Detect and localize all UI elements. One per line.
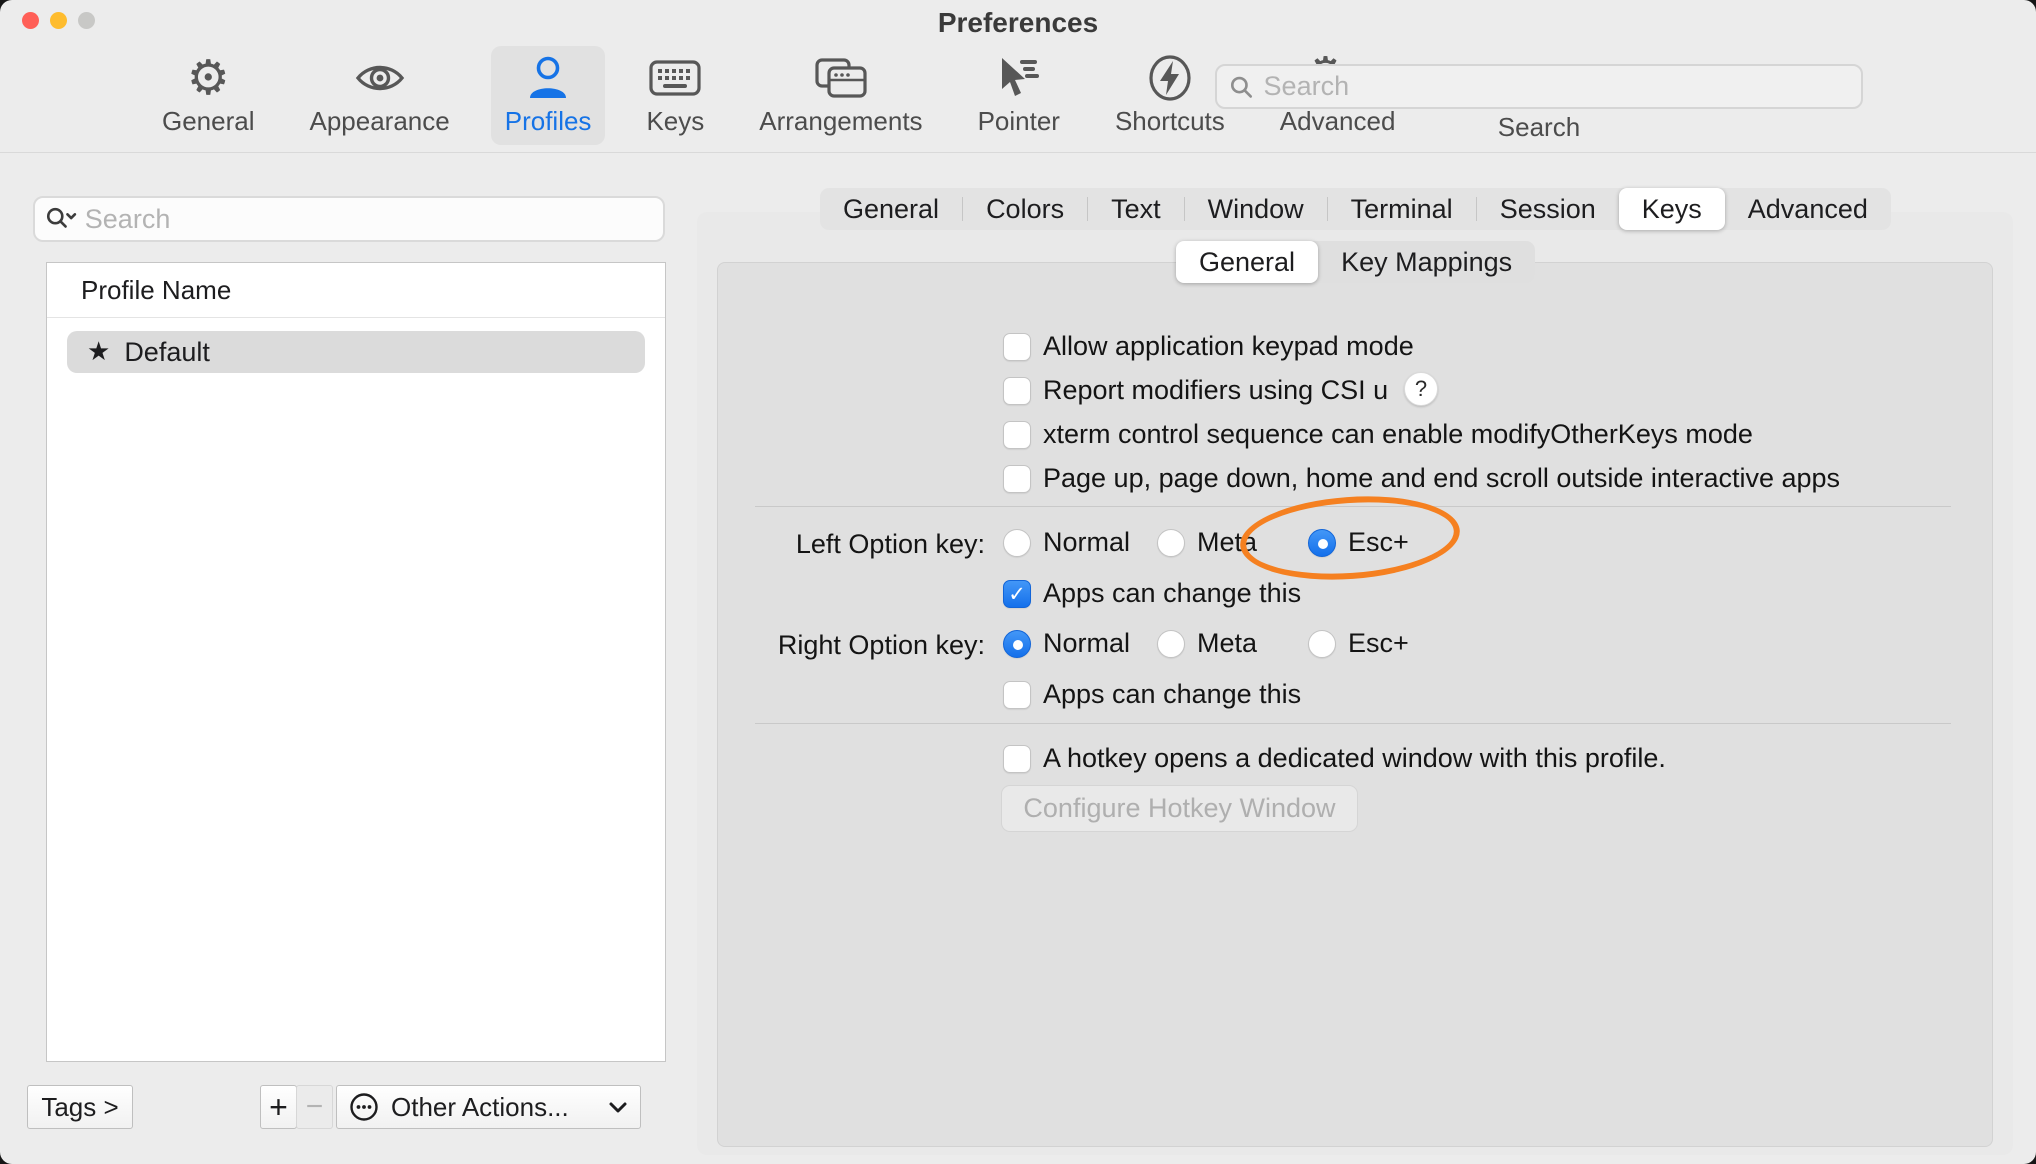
checkbox-scroll-outside[interactable]: ✓	[1003, 465, 1031, 493]
label-hotkey-window: A hotkey opens a dedicated window with t…	[1043, 743, 1666, 774]
toolbar-search	[1215, 64, 1863, 109]
other-actions-dropdown[interactable]: Other Actions...	[336, 1085, 641, 1129]
search-icon	[1229, 74, 1254, 100]
radio-right-esc[interactable]	[1308, 630, 1336, 658]
keyboard-icon	[649, 52, 701, 104]
tab-colors[interactable]: Colors	[963, 188, 1087, 230]
other-actions-label: Other Actions...	[391, 1092, 598, 1123]
chevron-down-icon	[608, 1101, 628, 1114]
tab-session[interactable]: Session	[1477, 188, 1619, 230]
profile-list: Profile Name ★ Default	[46, 262, 666, 1062]
search-menu-icon	[45, 205, 77, 233]
bolt-icon	[1146, 52, 1194, 104]
keys-subtabs: GeneralKey Mappings	[1176, 241, 1535, 283]
right-option-caption: Right Option key:	[737, 630, 985, 661]
profile-search	[33, 196, 665, 242]
label-modify-other-keys: xterm control sequence can enable modify…	[1043, 419, 1753, 450]
profile-name: Default	[124, 337, 210, 368]
label-right-esc: Esc+	[1348, 628, 1409, 659]
toolbar-search-input[interactable]	[1264, 71, 1849, 102]
tab-keys[interactable]: Keys	[1619, 188, 1725, 230]
toolbar-divider	[0, 152, 2036, 153]
subtab-key-mappings[interactable]: Key Mappings	[1318, 241, 1535, 283]
add-profile-button[interactable]: +	[260, 1085, 297, 1129]
toolbar-item-profiles[interactable]: Profiles	[491, 46, 606, 145]
label-keypad-mode: Allow application keypad mode	[1043, 331, 1414, 362]
ellipsis-circle-icon	[349, 1092, 379, 1122]
label-csi-u: Report modifiers using CSI u	[1043, 375, 1388, 406]
gear-icon: ⚙	[187, 52, 230, 104]
divider	[755, 723, 1951, 724]
cursor-icon	[994, 52, 1044, 104]
profile-search-input[interactable]	[85, 204, 653, 235]
preferences-window: Preferences ⚙ General Appearance Profile…	[0, 0, 2036, 1164]
toolbar-item-appearance[interactable]: Appearance	[296, 46, 464, 145]
checkbox-hotkey-window[interactable]: ✓	[1003, 745, 1031, 773]
radio-left-normal[interactable]	[1003, 529, 1031, 557]
profile-row-default[interactable]: ★ Default	[67, 331, 645, 373]
label-right-normal: Normal	[1043, 628, 1130, 659]
radio-left-meta[interactable]	[1157, 529, 1185, 557]
configure-hotkey-window-button[interactable]: Configure Hotkey Window	[1001, 785, 1358, 832]
label-scroll-outside: Page up, page down, home and end scroll …	[1043, 463, 1840, 494]
label-left-apps-change: Apps can change this	[1043, 578, 1301, 609]
remove-profile-button[interactable]: −	[296, 1085, 333, 1129]
profile-section-tabs: GeneralColorsTextWindowTerminalSessionKe…	[820, 188, 1891, 230]
checkbox-left-apps-change[interactable]: ✓	[1003, 580, 1031, 608]
subtab-general[interactable]: General	[1176, 241, 1318, 283]
checkbox-keypad-mode[interactable]: ✓	[1003, 333, 1031, 361]
star-icon: ★	[87, 337, 110, 367]
toolbar-item-arrangements[interactable]: Arrangements	[745, 46, 936, 145]
toolbar-item-pointer[interactable]: Pointer	[964, 46, 1074, 145]
tab-terminal[interactable]: Terminal	[1328, 188, 1476, 230]
eye-icon	[354, 52, 406, 104]
radio-right-normal[interactable]	[1003, 630, 1031, 658]
help-button[interactable]: ?	[1404, 372, 1438, 406]
left-option-caption: Left Option key:	[737, 529, 985, 560]
tab-general[interactable]: General	[820, 188, 962, 230]
checkbox-csi-u[interactable]: ✓	[1003, 377, 1031, 405]
windows-icon	[813, 52, 869, 104]
label-right-apps-change: Apps can change this	[1043, 679, 1301, 710]
label-right-meta: Meta	[1197, 628, 1257, 659]
tab-advanced[interactable]: Advanced	[1725, 188, 1891, 230]
checkbox-modify-other-keys[interactable]: ✓	[1003, 421, 1031, 449]
toolbar-item-keys[interactable]: Keys	[632, 46, 718, 145]
person-icon	[525, 52, 571, 104]
profile-list-header: Profile Name	[47, 263, 665, 318]
toolbar-search-label: Search	[1215, 112, 1863, 143]
window-title: Preferences	[0, 7, 2036, 39]
tab-window[interactable]: Window	[1185, 188, 1327, 230]
checkbox-right-apps-change[interactable]: ✓	[1003, 681, 1031, 709]
label-left-normal: Normal	[1043, 527, 1130, 558]
tab-text[interactable]: Text	[1088, 188, 1184, 230]
tags-button[interactable]: Tags >	[27, 1085, 133, 1129]
toolbar-item-general[interactable]: ⚙ General	[148, 46, 269, 145]
radio-right-meta[interactable]	[1157, 630, 1185, 658]
